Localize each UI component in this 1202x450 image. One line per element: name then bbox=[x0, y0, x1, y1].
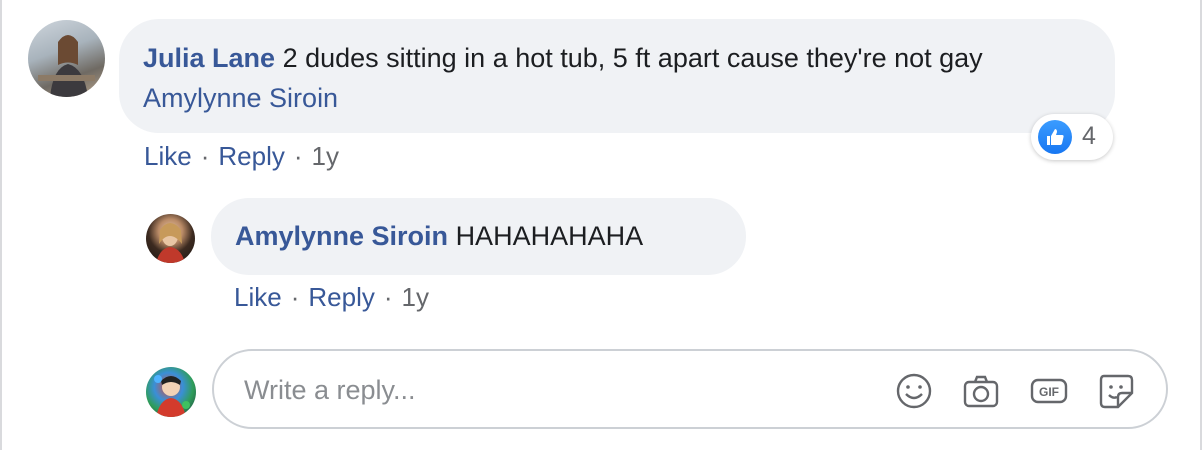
reply-bubble: Amylynne Siroin HAHAHAHAHA bbox=[211, 198, 746, 275]
reply-link[interactable]: Reply bbox=[218, 141, 284, 171]
avatar[interactable] bbox=[28, 20, 105, 97]
comment-author-link[interactable]: Julia Lane bbox=[143, 43, 275, 73]
svg-text:GIF: GIF bbox=[1039, 385, 1059, 399]
avatar[interactable] bbox=[146, 367, 196, 417]
comment-actions: Like · Reply · 1y bbox=[144, 141, 339, 172]
camera-icon[interactable] bbox=[961, 371, 1001, 411]
reply-composer[interactable]: GIF bbox=[212, 349, 1168, 429]
reaction-summary[interactable]: 4 bbox=[1031, 114, 1113, 160]
reply-actions: Like · Reply · 1y bbox=[234, 282, 429, 313]
reply-input[interactable] bbox=[242, 369, 846, 411]
like-link[interactable]: Like bbox=[234, 282, 282, 312]
separator-dot: · bbox=[383, 282, 393, 312]
avatar[interactable] bbox=[146, 214, 195, 263]
emoji-icon[interactable] bbox=[894, 371, 934, 411]
reply-author-link[interactable]: Amylynne Siroin bbox=[235, 221, 448, 251]
like-link[interactable]: Like bbox=[144, 141, 192, 171]
separator-dot: · bbox=[200, 141, 210, 171]
comment-text: 2 dudes sitting in a hot tub, 5 ft apart… bbox=[282, 43, 983, 73]
timestamp-link[interactable]: 1y bbox=[402, 282, 429, 312]
comment-body: Julia Lane 2 dudes sitting in a hot tub,… bbox=[143, 38, 1103, 118]
reaction-count: 4 bbox=[1082, 122, 1096, 150]
mention-link[interactable]: Amylynne Siroin bbox=[143, 83, 338, 113]
gif-icon[interactable]: GIF bbox=[1029, 371, 1069, 411]
separator-dot: · bbox=[293, 141, 303, 171]
timestamp-link[interactable]: 1y bbox=[312, 141, 339, 171]
reply-body: Amylynne Siroin HAHAHAHAHA bbox=[235, 216, 643, 256]
sticker-icon[interactable] bbox=[1096, 371, 1136, 411]
comment-bubble: Julia Lane 2 dudes sitting in a hot tub,… bbox=[119, 19, 1115, 133]
like-reaction-icon bbox=[1038, 120, 1072, 154]
reply-text: HAHAHAHAHA bbox=[455, 221, 644, 251]
reply-link[interactable]: Reply bbox=[308, 282, 374, 312]
separator-dot: · bbox=[290, 282, 300, 312]
frame-left-border bbox=[0, 0, 2, 450]
